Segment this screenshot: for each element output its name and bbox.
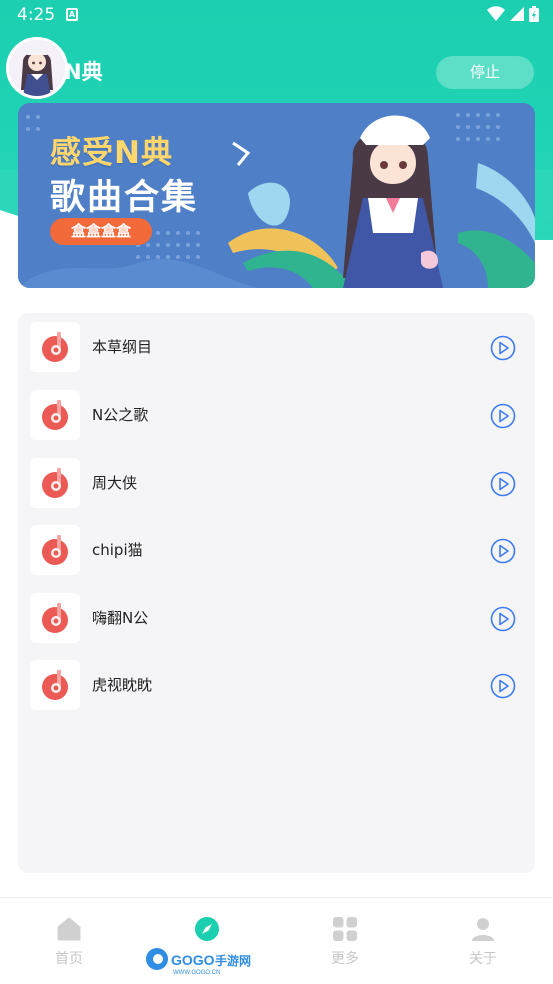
home-icon — [57, 917, 81, 941]
song-title: chipi猫 — [92, 541, 143, 559]
song-title: 嗨翻N公 — [92, 609, 149, 627]
nav-more[interactable]: 更多 — [305, 916, 385, 968]
avatar[interactable] — [6, 37, 68, 99]
banner-subheadline: 歌曲合集 — [50, 178, 199, 218]
play-icon[interactable] — [490, 673, 516, 699]
song-row[interactable]: N公之歌 — [30, 390, 523, 441]
nav-about[interactable]: 关于 — [443, 916, 523, 968]
wifi-icon — [487, 6, 505, 21]
nav-discover[interactable] — [167, 916, 247, 948]
gogo-watermark-logo: GOGO 手游网 WWW.GOGO.CN — [146, 948, 251, 975]
song-title: 周大侠 — [92, 474, 138, 492]
promo-banner[interactable]: 感受N典 歌曲合集 盒盒盒盒 — [18, 103, 535, 288]
nav-home[interactable]: 首页 — [29, 916, 109, 968]
app-title: N典 — [64, 60, 103, 84]
play-icon[interactable] — [490, 403, 516, 429]
song-row[interactable]: chipi猫 — [30, 525, 523, 576]
song-title: N公之歌 — [92, 406, 149, 424]
song-list: 本草纲目 N公之歌 周大侠 chipi猫 嗨翻N公 虎视眈眈 — [18, 313, 535, 873]
song-title: 本草纲目 — [92, 338, 153, 356]
grid-icon — [333, 917, 357, 941]
music-note-icon — [30, 660, 80, 710]
stop-button[interactable]: 停止 — [436, 56, 534, 89]
play-icon[interactable] — [490, 335, 516, 361]
battery-icon — [529, 6, 539, 22]
status-bar: 4:25 A — [0, 0, 553, 30]
song-row[interactable]: 虎视眈眈 — [30, 660, 523, 711]
compass-icon — [195, 917, 219, 941]
music-note-icon — [30, 458, 80, 508]
bottom-nav: 首页 更多 关于 — [0, 897, 553, 984]
play-icon[interactable] — [490, 471, 516, 497]
signal-icon — [510, 7, 524, 21]
banner-tag: 盒盒盒盒 — [50, 218, 152, 245]
nav-more-label: 更多 — [331, 951, 359, 967]
svg-text:手游网: 手游网 — [215, 953, 251, 968]
song-row[interactable]: 周大侠 — [30, 458, 523, 509]
svg-text:WWW.GOGO.CN: WWW.GOGO.CN — [173, 970, 220, 975]
music-note-icon — [30, 390, 80, 440]
music-note-icon — [30, 322, 80, 372]
status-time: 4:25 — [17, 5, 56, 25]
music-note-icon — [30, 593, 80, 643]
song-row[interactable]: 本草纲目 — [30, 322, 523, 373]
person-icon — [472, 918, 494, 941]
nav-home-label: 首页 — [55, 951, 83, 967]
nav-about-label: 关于 — [469, 951, 497, 967]
play-icon[interactable] — [490, 538, 516, 564]
play-icon[interactable] — [490, 606, 516, 632]
svg-text:GOGO: GOGO — [171, 952, 215, 968]
anime-girl-avatar-icon — [9, 40, 65, 96]
notification-icon: A — [66, 8, 78, 21]
status-icons — [487, 6, 539, 22]
music-note-icon — [30, 525, 80, 575]
song-title: 虎视眈眈 — [92, 676, 153, 694]
banner-headline: 感受N典 — [50, 135, 173, 171]
song-row[interactable]: 嗨翻N公 — [30, 593, 523, 644]
